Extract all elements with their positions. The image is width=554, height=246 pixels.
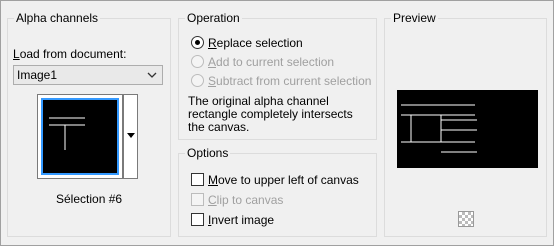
dropdown-arrow-icon <box>127 133 135 138</box>
replace-selection-text: eplace selection <box>216 36 303 50</box>
invert-image-text: nvert image <box>211 213 275 227</box>
clip-to-canvas-label[interactable]: Clip to canvas <box>208 193 283 207</box>
operation-title: Operation <box>185 11 242 25</box>
document-select[interactable]: Image1 <box>13 65 163 85</box>
preview-title: Preview <box>391 11 438 25</box>
chevron-down-icon <box>147 72 157 78</box>
move-to-upper-left-label[interactable]: Move to upper left of canvas <box>208 173 359 187</box>
move-to-upper-left-checkbox[interactable] <box>191 173 204 186</box>
preview-canvas <box>397 90 538 168</box>
move-to-upper-left-text: ove to upper left of canvas <box>218 173 359 187</box>
subtract-selection-text: ubtract from current selection <box>216 74 372 88</box>
add-to-selection-radio[interactable] <box>191 55 204 68</box>
thumbnail-dropdown-button[interactable] <box>123 94 138 179</box>
load-from-document-label: Load from document: <box>13 47 127 61</box>
clip-to-canvas-checkbox[interactable] <box>191 193 204 206</box>
selection-thumbnail[interactable] <box>37 94 123 179</box>
preview-selection-icon <box>401 104 477 153</box>
clip-to-canvas-text: lip to canvas <box>216 193 284 207</box>
options-title: Options <box>185 146 231 160</box>
selection-thumbnail-image <box>41 98 119 175</box>
replace-selection-label[interactable]: Replace selection <box>208 36 303 50</box>
alpha-channels-title: Alpha channels <box>14 11 101 25</box>
subtract-selection-label[interactable]: Subtract from current selection <box>208 74 371 88</box>
transparency-checker-icon[interactable] <box>458 211 474 227</box>
operation-info-text: The original alpha channel rectangle com… <box>188 94 353 134</box>
document-select-value: Image1 <box>17 68 58 82</box>
thumbnail-caption: Sélection #6 <box>56 192 123 206</box>
load-from-document-text: oad from document: <box>19 47 127 61</box>
selection-shape-icon <box>49 117 85 150</box>
invert-image-checkbox[interactable] <box>191 213 204 226</box>
add-to-selection-text: dd to current selection <box>216 55 335 69</box>
invert-image-label[interactable]: Invert image <box>208 213 274 227</box>
add-to-selection-label[interactable]: Add to current selection <box>208 55 334 69</box>
subtract-selection-radio[interactable] <box>191 74 204 87</box>
alpha-channel-dialog: Alpha channels Load from document: Image… <box>0 0 554 246</box>
replace-selection-radio[interactable] <box>191 36 204 49</box>
